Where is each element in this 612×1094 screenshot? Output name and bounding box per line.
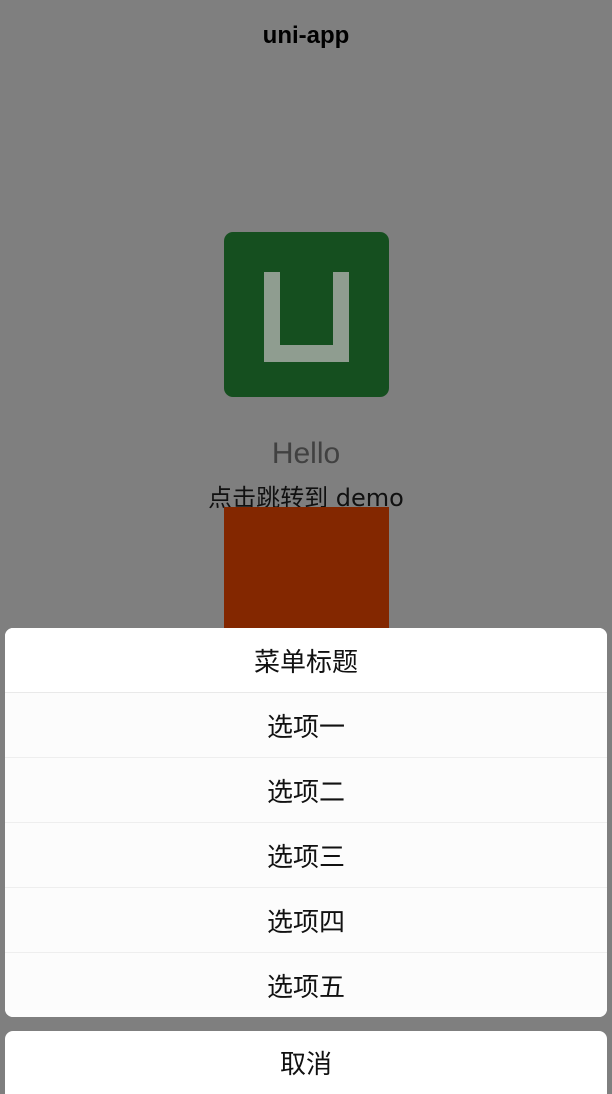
navigation-bar: uni-app bbox=[0, 0, 612, 72]
action-sheet: 菜单标题 选项一 选项二 选项三 选项四 选项五 bbox=[5, 628, 607, 1017]
logo-graphic bbox=[264, 272, 349, 362]
uni-app-logo-icon bbox=[224, 232, 389, 397]
hello-text: Hello bbox=[271, 437, 341, 470]
action-sheet-title: 菜单标题 bbox=[5, 628, 607, 693]
action-sheet-item[interactable]: 选项二 bbox=[5, 758, 607, 823]
action-sheet-item[interactable]: 选项三 bbox=[5, 823, 607, 888]
cancel-button[interactable]: 取消 bbox=[5, 1031, 607, 1094]
red-block bbox=[224, 507, 389, 647]
app-page: uni-app Hello 点击跳转到 demo 菜单标题 选项一 选项二 选项… bbox=[0, 0, 612, 1094]
action-sheet-item[interactable]: 选项一 bbox=[5, 693, 607, 758]
action-sheet-item[interactable]: 选项五 bbox=[5, 953, 607, 1017]
action-sheet-item[interactable]: 选项四 bbox=[5, 888, 607, 953]
navbar-title: uni-app bbox=[262, 22, 350, 49]
